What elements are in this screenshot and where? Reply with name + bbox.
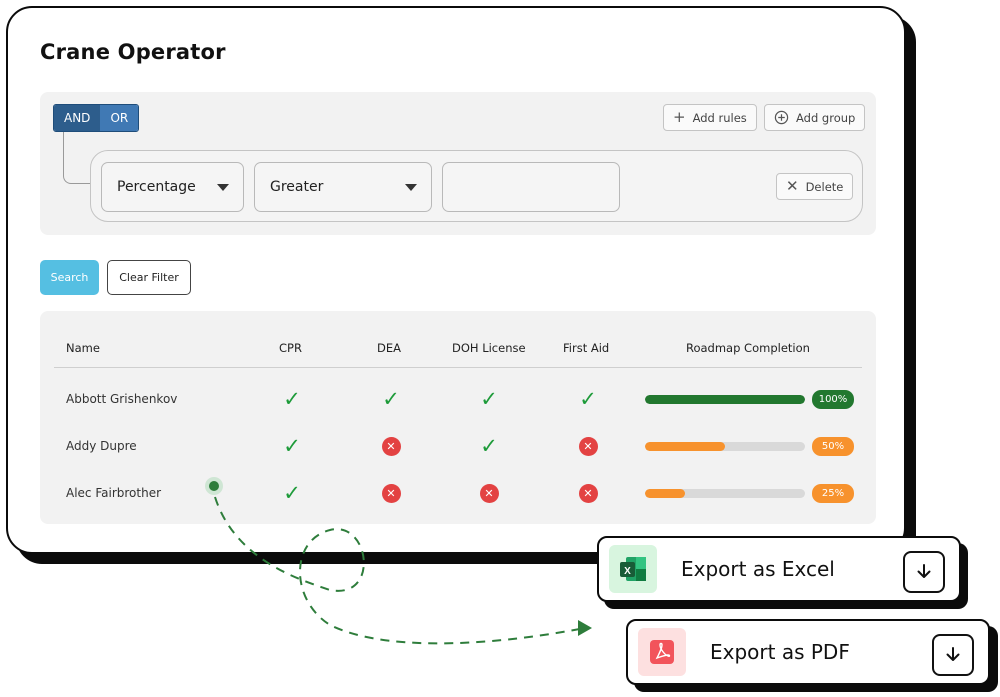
check-icon: ✓: [283, 433, 301, 458]
field-select[interactable]: Percentage: [101, 162, 244, 212]
progress-bar: [645, 442, 805, 451]
export-excel-label: Export as Excel: [681, 557, 835, 581]
progress-fill: [645, 489, 685, 498]
header-divider: [54, 367, 862, 368]
check-icon: ✓: [480, 386, 498, 411]
cross-circle-icon: ✕: [380, 482, 402, 504]
plus-circle-icon: [774, 110, 789, 125]
logic-and-button[interactable]: AND: [54, 105, 101, 131]
caret-down-icon: [217, 184, 229, 191]
row-name: Addy Dupre: [66, 439, 137, 453]
excel-icon: X: [609, 545, 657, 593]
progress-label: 50%: [812, 437, 854, 456]
operator-select[interactable]: Greater: [254, 162, 432, 212]
progress-fill: [645, 395, 805, 404]
check-icon: ✓: [283, 386, 301, 411]
header-first-aid: First Aid: [563, 341, 610, 355]
cross-circle-icon: ✕: [380, 435, 402, 457]
plus-icon: +: [673, 108, 686, 126]
add-group-label: Add group: [796, 110, 856, 125]
check-icon: ✓: [283, 480, 301, 505]
progress-label: 25%: [812, 484, 854, 503]
filter-rule: Percentage Greater ✕ Delete: [90, 150, 863, 222]
operator-select-value: Greater: [270, 179, 324, 195]
add-group-button[interactable]: Add group: [764, 104, 866, 131]
progress-fill: [645, 442, 725, 451]
logic-toggle: AND OR: [53, 104, 140, 132]
progress-bar: [645, 395, 805, 404]
drag-handle[interactable]: [205, 477, 223, 495]
page-title: Crane Operator: [40, 40, 226, 64]
export-pdf-label: Export as PDF: [710, 640, 850, 664]
add-rules-label: Add rules: [692, 110, 747, 125]
cross-circle-icon: ✕: [577, 482, 599, 504]
search-button[interactable]: Search: [40, 260, 99, 295]
check-icon: ✓: [480, 433, 498, 458]
close-icon: ✕: [786, 177, 799, 195]
delete-label: Delete: [805, 179, 844, 194]
cross-circle-icon: ✕: [577, 435, 599, 457]
header-name: Name: [66, 341, 100, 355]
caret-down-icon: [405, 184, 417, 191]
filter-builder: AND OR + Add rules Add group Percentage …: [40, 92, 876, 235]
header-doh-license: DOH License: [452, 341, 526, 355]
svg-text:X: X: [624, 566, 631, 577]
logic-or-button[interactable]: OR: [100, 105, 139, 131]
header-cpr: CPR: [279, 341, 302, 355]
download-icon[interactable]: [932, 634, 974, 676]
value-input[interactable]: [442, 162, 620, 212]
row-name: Alec Fairbrother: [66, 486, 162, 500]
progress-bar: [645, 489, 805, 498]
download-icon[interactable]: [903, 551, 945, 593]
export-excel-button[interactable]: X Export as Excel: [597, 536, 961, 602]
check-icon: ✓: [382, 386, 400, 411]
add-rules-button[interactable]: + Add rules: [663, 104, 757, 131]
delete-rule-button[interactable]: ✕ Delete: [776, 173, 854, 200]
results-table: Name CPR DEA DOH License First Aid Roadm…: [40, 311, 876, 524]
clear-filter-button[interactable]: Clear Filter: [107, 260, 191, 295]
export-pdf-button[interactable]: Export as PDF: [626, 619, 990, 685]
row-name: Abbott Grishenkov: [66, 392, 178, 406]
cross-circle-icon: ✕: [478, 482, 500, 504]
field-select-value: Percentage: [117, 179, 196, 195]
header-roadmap-completion: Roadmap Completion: [686, 341, 810, 355]
main-card: Crane Operator AND OR + Add rules Add gr…: [6, 6, 906, 554]
pdf-icon: [638, 628, 686, 676]
header-dea: DEA: [377, 341, 401, 355]
rule-connector: [63, 132, 93, 184]
progress-label: 100%: [812, 390, 854, 409]
check-icon: ✓: [579, 386, 597, 411]
